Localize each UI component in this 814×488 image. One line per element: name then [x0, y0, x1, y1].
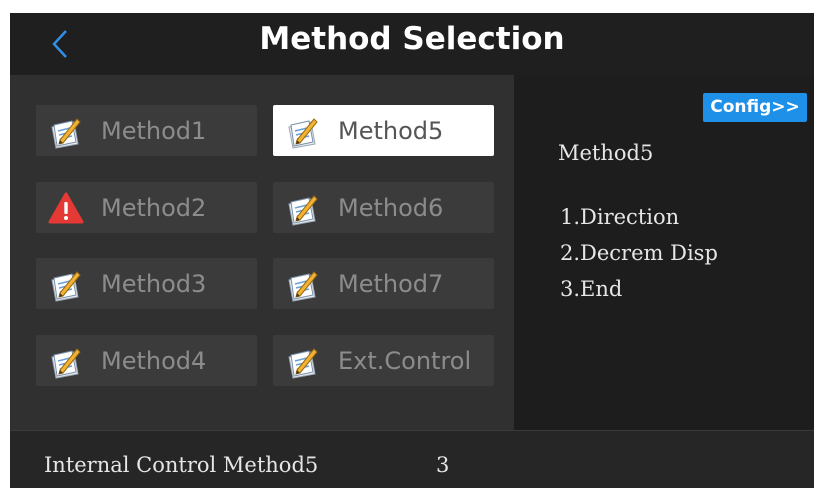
method-label: Method2 — [101, 193, 207, 222]
method7-button[interactable]: Method7 — [273, 258, 494, 309]
device-screen: Method Selection Method1 Method5 Method2… — [10, 13, 814, 488]
edit-note-icon — [283, 188, 323, 228]
method-detail-panel: Config>> Method5 1.Direction 2.Decrem Di… — [514, 75, 814, 430]
ext-control-button[interactable]: Ext.Control — [273, 335, 494, 386]
method6-button[interactable]: Method6 — [273, 182, 494, 233]
method-label: Method1 — [101, 116, 207, 145]
edit-note-icon — [283, 111, 323, 151]
method3-button[interactable]: Method3 — [36, 258, 257, 309]
method-label: Method4 — [101, 346, 207, 375]
edit-note-icon — [283, 264, 323, 304]
method-label: Ext.Control — [338, 346, 472, 375]
page-title: Method Selection — [259, 21, 565, 57]
method5-button[interactable]: Method5 — [273, 105, 494, 156]
edit-note-icon — [46, 264, 86, 304]
title-bar: Method Selection — [10, 13, 814, 75]
method-steps: 1.Direction 2.Decrem Disp 3.End — [560, 199, 718, 307]
status-text: Internal Control Method5 — [44, 453, 319, 477]
method2-button[interactable]: Method2 — [36, 182, 257, 233]
method1-button[interactable]: Method1 — [36, 105, 257, 156]
method-list: Method1 Method5 Method2 Method6 Method3 … — [10, 75, 514, 430]
warning-icon — [46, 188, 86, 228]
method-label: Method6 — [338, 193, 444, 222]
config-button[interactable]: Config>> — [703, 93, 807, 122]
status-count: 3 — [436, 453, 450, 477]
status-bar: Internal Control Method5 3 — [10, 430, 814, 488]
edit-note-icon — [283, 341, 323, 381]
method-label: Method3 — [101, 269, 207, 298]
method4-button[interactable]: Method4 — [36, 335, 257, 386]
edit-note-icon — [46, 111, 86, 151]
selected-method-name: Method5 — [558, 141, 654, 165]
step-item: 2.Decrem Disp — [560, 241, 718, 265]
method-label: Method7 — [338, 269, 444, 298]
edit-note-icon — [46, 341, 86, 381]
method-label: Method5 — [338, 116, 444, 145]
step-item: 1.Direction — [560, 205, 680, 229]
step-item: 3.End — [560, 277, 623, 301]
